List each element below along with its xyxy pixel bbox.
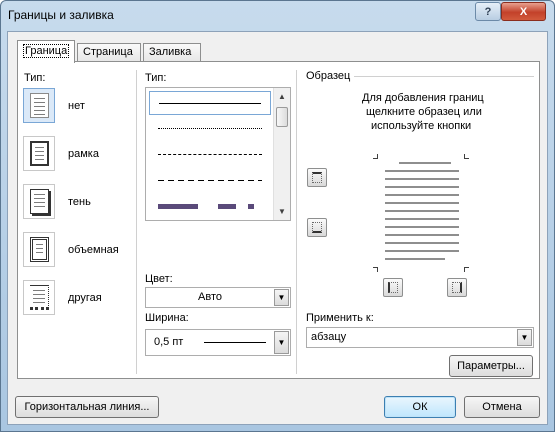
- chevron-down-icon[interactable]: ▼: [517, 329, 532, 346]
- line-style-dash-dot-thick[interactable]: [149, 195, 271, 219]
- border-right-icon: [452, 282, 462, 293]
- color-select[interactable]: Авто ▼: [145, 287, 291, 308]
- preview-hint-line3: используйте кнопки: [371, 120, 472, 132]
- line-style-list[interactable]: ▲ ▼: [145, 87, 291, 221]
- preview-corner-mark: [464, 267, 469, 272]
- left-border-button[interactable]: [383, 278, 403, 297]
- setting-3d-icon[interactable]: [23, 232, 55, 267]
- color-value: Авто: [198, 291, 222, 303]
- line-style-dotted[interactable]: [149, 117, 271, 141]
- setting-box-label[interactable]: рамка: [68, 148, 99, 160]
- tab-border[interactable]: Граница: [17, 40, 75, 63]
- width-select[interactable]: 0,5 пт ▼: [145, 329, 291, 356]
- preview-corner-mark: [373, 154, 378, 159]
- preview-divider: [354, 76, 534, 77]
- border-none-icon: [30, 93, 49, 118]
- setting-none-label[interactable]: нет: [68, 100, 85, 112]
- border-custom-icon: [30, 285, 49, 310]
- setting-shadow-label[interactable]: тень: [68, 196, 91, 208]
- dialog-client-area: Граница Страница Заливка Тип: нет рамка …: [7, 31, 548, 425]
- dialog-window: Границы и заливка ? X Граница Страница З…: [0, 0, 555, 432]
- column-divider: [296, 70, 297, 374]
- ok-button[interactable]: ОК: [384, 396, 456, 418]
- setting-shadow-icon[interactable]: [23, 184, 55, 219]
- border-3d-icon: [30, 237, 49, 262]
- width-sample-line: [204, 342, 266, 343]
- chevron-down-icon[interactable]: ▼: [274, 331, 289, 354]
- border-bottom-icon: [312, 222, 322, 233]
- width-value: 0,5 пт: [154, 336, 184, 348]
- preview-label: Образец: [306, 70, 351, 82]
- chevron-down-icon[interactable]: ▼: [274, 289, 289, 306]
- apply-to-value: абзацу: [311, 331, 347, 343]
- window-title: Границы и заливка: [8, 8, 114, 22]
- top-border-button[interactable]: [307, 168, 327, 187]
- scroll-thumb[interactable]: [276, 107, 288, 127]
- line-style-solid[interactable]: [149, 91, 271, 115]
- line-style-dashed-small[interactable]: [149, 143, 271, 167]
- setting-label: Тип:: [24, 72, 46, 84]
- tab-shading[interactable]: Заливка: [143, 43, 201, 62]
- border-box-icon: [30, 141, 49, 166]
- options-button[interactable]: Параметры...: [449, 355, 533, 377]
- preview-corner-mark: [373, 267, 378, 272]
- width-label: Ширина:: [145, 312, 189, 324]
- preview-hint-line2: щелкните образец или: [366, 106, 482, 118]
- setting-none-icon[interactable]: [23, 88, 55, 123]
- preview-area[interactable]: [373, 154, 469, 272]
- color-label: Цвет:: [145, 273, 173, 285]
- setting-custom-label[interactable]: другая: [68, 292, 102, 304]
- tab-page-border-label: Страница: [83, 46, 133, 58]
- tab-page-border[interactable]: Страница: [77, 43, 141, 62]
- horizontal-line-button[interactable]: Горизонтальная линия...: [15, 396, 159, 418]
- border-shadow-icon: [30, 189, 49, 214]
- border-left-icon: [388, 282, 398, 293]
- cancel-button[interactable]: Отмена: [464, 396, 540, 418]
- setting-custom-icon[interactable]: [23, 280, 55, 315]
- scroll-up-icon[interactable]: ▲: [274, 88, 290, 105]
- style-list-scrollbar[interactable]: ▲ ▼: [273, 88, 290, 220]
- setting-box-icon[interactable]: [23, 136, 55, 171]
- right-border-button[interactable]: [447, 278, 467, 297]
- help-button[interactable]: ?: [475, 2, 501, 21]
- column-divider: [136, 70, 137, 374]
- style-label: Тип:: [145, 72, 167, 84]
- apply-to-select[interactable]: абзацу ▼: [306, 327, 534, 348]
- setting-3d-label[interactable]: объемная: [68, 244, 119, 256]
- close-button[interactable]: X: [501, 2, 546, 21]
- line-style-dashed-large[interactable]: [149, 169, 271, 193]
- tab-shading-label: Заливка: [149, 46, 192, 58]
- tab-panel: Тип: нет рамка тень объемная другая Тип:…: [17, 61, 540, 379]
- title-bar[interactable]: Границы и заливка ? X: [1, 1, 554, 31]
- scroll-down-icon[interactable]: ▼: [274, 203, 290, 220]
- tab-border-label: Граница: [23, 44, 70, 58]
- bottom-border-button[interactable]: [307, 218, 327, 237]
- border-top-icon: [312, 172, 322, 183]
- apply-to-label: Применить к:: [306, 312, 374, 324]
- preview-corner-mark: [464, 154, 469, 159]
- preview-hint-line1: Для добавления границ: [362, 92, 484, 104]
